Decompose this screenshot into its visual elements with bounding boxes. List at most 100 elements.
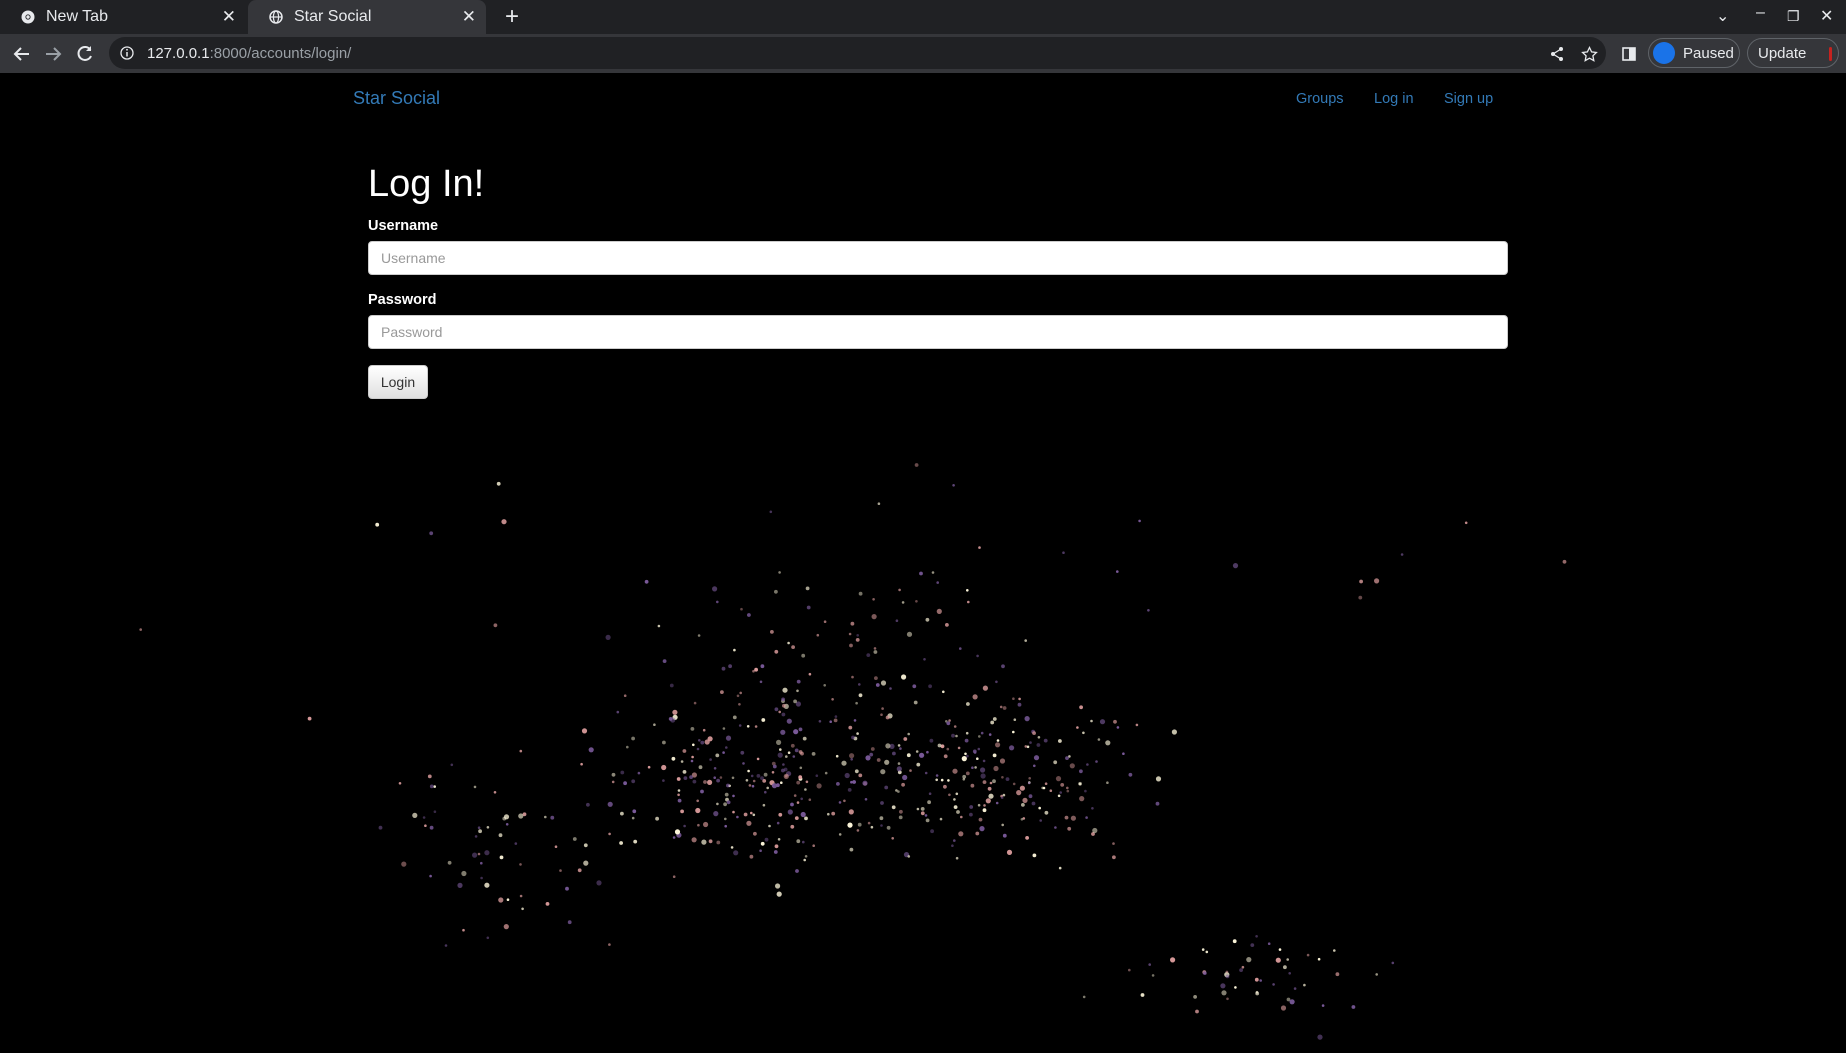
star-particle bbox=[1091, 807, 1094, 810]
star-particle bbox=[793, 729, 799, 735]
star-particle bbox=[1128, 772, 1133, 777]
star-particle bbox=[1027, 781, 1031, 785]
star-particle bbox=[781, 712, 786, 717]
site-info-icon[interactable] bbox=[119, 45, 135, 61]
star-particle bbox=[1053, 760, 1058, 765]
star-particle bbox=[1060, 783, 1065, 787]
star-particle bbox=[747, 613, 751, 617]
star-particle bbox=[670, 717, 676, 723]
minimize-icon[interactable]: – bbox=[1756, 4, 1765, 22]
star-particle bbox=[874, 676, 878, 680]
star-particle bbox=[616, 710, 620, 714]
username-input[interactable] bbox=[368, 241, 1508, 275]
star-particle bbox=[966, 589, 969, 592]
side-panel-icon[interactable] bbox=[1617, 42, 1641, 66]
update-button[interactable]: Update bbox=[1747, 38, 1839, 68]
reload-icon[interactable] bbox=[73, 42, 97, 66]
restore-icon[interactable]: ❐ bbox=[1787, 8, 1800, 25]
star-particle bbox=[427, 774, 432, 779]
star-particle bbox=[1025, 836, 1029, 840]
star-particle bbox=[808, 672, 812, 676]
brand-link[interactable]: Star Social bbox=[353, 88, 440, 109]
star-particle bbox=[567, 920, 572, 925]
share-icon[interactable] bbox=[1545, 42, 1569, 66]
star-particle bbox=[800, 797, 803, 801]
star-particle bbox=[521, 907, 524, 911]
address-bar[interactable]: 127.0.0.1:8000/accounts/login/ bbox=[109, 37, 1606, 69]
star-particle bbox=[749, 854, 754, 859]
star-particle bbox=[774, 707, 779, 712]
star-particle bbox=[969, 805, 974, 809]
profile-button[interactable]: Paused bbox=[1648, 38, 1740, 68]
star-particle bbox=[754, 725, 758, 728]
tab-star-social[interactable]: Star Social ✕ bbox=[248, 0, 486, 34]
close-icon[interactable]: ✕ bbox=[222, 8, 236, 25]
star-particle bbox=[898, 815, 903, 820]
nav-signup-link[interactable]: Sign up bbox=[1444, 91, 1493, 107]
star-particle bbox=[858, 683, 861, 686]
star-particle bbox=[836, 782, 840, 786]
star-particle bbox=[850, 621, 855, 626]
star-particle bbox=[1232, 939, 1237, 944]
star-particle bbox=[1250, 943, 1255, 947]
bookmark-star-icon[interactable] bbox=[1577, 42, 1601, 66]
star-particle bbox=[703, 821, 709, 828]
star-particle bbox=[838, 833, 842, 836]
star-particle bbox=[1005, 777, 1010, 781]
star-particle bbox=[690, 727, 695, 731]
star-particle bbox=[692, 779, 697, 784]
tab-new-tab[interactable]: New Tab ✕ bbox=[0, 0, 246, 34]
star-particle bbox=[704, 739, 710, 745]
star-particle bbox=[855, 701, 858, 705]
star-particle bbox=[1267, 942, 1271, 945]
star-particle bbox=[804, 788, 807, 791]
star-particle bbox=[697, 634, 701, 637]
star-particle bbox=[786, 718, 792, 724]
star-particle bbox=[924, 771, 928, 775]
star-particle bbox=[1335, 972, 1340, 977]
login-button[interactable]: Login bbox=[368, 365, 428, 399]
star-particle bbox=[778, 812, 783, 817]
star-particle bbox=[1017, 702, 1022, 707]
window-close-icon[interactable]: ✕ bbox=[1820, 6, 1833, 26]
star-particle bbox=[858, 773, 863, 778]
star-particle bbox=[992, 779, 996, 784]
forward-arrow-icon[interactable] bbox=[41, 42, 65, 66]
tab-search-chevron-icon[interactable]: ⌄ bbox=[1716, 6, 1729, 26]
nav-groups-link[interactable]: Groups bbox=[1296, 91, 1344, 107]
star-particle bbox=[756, 757, 760, 761]
star-particle bbox=[740, 607, 743, 611]
nav-login-link[interactable]: Log in bbox=[1374, 91, 1414, 107]
star-particle bbox=[647, 765, 651, 769]
star-particle bbox=[1099, 719, 1106, 725]
back-arrow-icon[interactable] bbox=[10, 42, 34, 66]
star-particle bbox=[993, 765, 999, 772]
star-particle bbox=[781, 697, 785, 702]
star-particle bbox=[964, 752, 967, 756]
password-input[interactable] bbox=[368, 315, 1508, 349]
star-particle bbox=[796, 780, 801, 785]
new-tab-plus-icon[interactable]: + bbox=[500, 5, 524, 29]
star-particle bbox=[493, 623, 498, 628]
star-particle bbox=[1155, 776, 1162, 782]
star-particle bbox=[967, 600, 970, 604]
star-particle bbox=[1289, 999, 1295, 1005]
star-particle bbox=[1024, 745, 1028, 748]
url-text[interactable]: 127.0.0.1:8000/accounts/login/ bbox=[147, 45, 351, 62]
star-particle bbox=[862, 780, 868, 786]
star-particle bbox=[794, 816, 799, 820]
star-particle bbox=[1022, 797, 1028, 804]
star-particle bbox=[486, 936, 490, 940]
star-particle bbox=[854, 769, 859, 774]
password-label: Password bbox=[368, 292, 437, 308]
star-particle bbox=[995, 680, 998, 684]
star-particle bbox=[1232, 563, 1239, 569]
star-particle bbox=[620, 811, 624, 816]
star-particle bbox=[692, 743, 695, 747]
star-particle bbox=[795, 869, 799, 873]
more-menu-icon[interactable] bbox=[1829, 47, 1832, 61]
star-particle bbox=[683, 824, 686, 828]
star-particle bbox=[823, 684, 826, 687]
close-icon[interactable]: ✕ bbox=[462, 8, 476, 25]
star-particle bbox=[1021, 803, 1025, 807]
